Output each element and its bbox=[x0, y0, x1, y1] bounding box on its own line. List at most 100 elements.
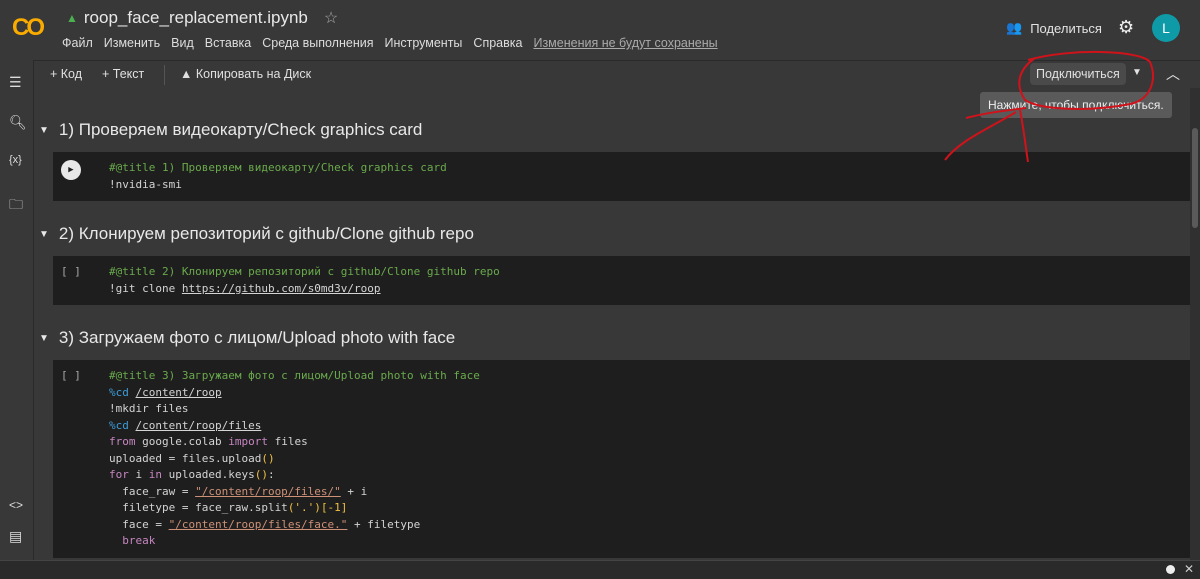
header: CO ▲ roop_face_replacement.ipynb ☆ Файл … bbox=[0, 0, 1200, 60]
add-text-button[interactable]: + Текст bbox=[102, 67, 144, 81]
menu-file[interactable]: Файл bbox=[62, 36, 93, 50]
cell-execution-count[interactable]: [ ] bbox=[61, 368, 81, 385]
collapse-section-icon[interactable]: ▼ bbox=[39, 229, 49, 240]
code-token: filetype = face_raw.split bbox=[109, 501, 288, 514]
code-token: in bbox=[148, 468, 162, 481]
code-token: "/content/roop/files/face." bbox=[168, 517, 348, 531]
code-token: uploaded.keys bbox=[162, 468, 255, 481]
cell-execution-count[interactable]: [ ] bbox=[61, 264, 81, 281]
code-line: from google.colab import files bbox=[109, 434, 1190, 451]
toc-icon[interactable]: ☰ bbox=[9, 74, 22, 91]
code-token: #@title 1) Проверяем видеокарту/Check gr… bbox=[109, 161, 447, 174]
share-label: Поделиться bbox=[1030, 20, 1102, 36]
drive-icon: ▲ bbox=[66, 11, 78, 25]
section-title: 1) Проверяем видеокарту/Check graphics c… bbox=[58, 120, 423, 139]
code-token: [-1] bbox=[320, 501, 348, 514]
gear-icon[interactable]: ⚙ bbox=[1118, 17, 1134, 38]
code-line: #@title 3) Загружаем фото с лицом/Upload… bbox=[109, 368, 1190, 385]
section-title: 2) Клонируем репозиторий с github/Clone … bbox=[58, 224, 474, 243]
unsaved-changes-link[interactable]: Изменения не будут сохранены bbox=[533, 36, 717, 50]
section-heading[interactable]: ▼ 2) Клонируем репозиторий с github/Clone… bbox=[39, 224, 474, 244]
code-line: #@title 1) Проверяем видеокарту/Check gr… bbox=[109, 160, 1190, 177]
folder-icon[interactable]: 🗀 bbox=[9, 194, 23, 218]
code-token: ('.') bbox=[287, 501, 321, 514]
status-dot-icon bbox=[1166, 565, 1175, 574]
variables-icon[interactable]: {x} bbox=[9, 154, 22, 166]
connect-button[interactable]: Подключиться bbox=[1030, 63, 1126, 85]
scrollbar[interactable] bbox=[1190, 88, 1200, 560]
code-token: i bbox=[128, 468, 149, 481]
notebook-title: ▲ roop_face_replacement.ipynb ☆ bbox=[66, 8, 338, 28]
toolbar: + Код + Текст ▲ Копировать на Диск Подкл… bbox=[34, 60, 1200, 88]
toolbar-divider bbox=[164, 65, 165, 85]
code-line: !mkdir files bbox=[109, 401, 1190, 418]
code-token: face = bbox=[109, 517, 169, 531]
code-token: from bbox=[109, 435, 136, 448]
code-line: face = "/content/roop/files/face." + fil… bbox=[109, 517, 1190, 534]
code-snippets-icon[interactable]: <> bbox=[9, 498, 23, 512]
collapse-section-icon[interactable]: ▼ bbox=[39, 333, 49, 344]
menu-help[interactable]: Справка bbox=[473, 36, 522, 50]
section-heading[interactable]: ▼ 1) Проверяем видеокарту/Check graphics … bbox=[39, 120, 422, 140]
avatar[interactable]: L bbox=[1152, 14, 1180, 42]
code-token: !nvidia-smi bbox=[109, 177, 182, 191]
code-token: /content/roop/files bbox=[135, 418, 262, 432]
code-line: filetype = face_raw.split('.')[-1] bbox=[109, 500, 1190, 517]
code-token: : bbox=[267, 468, 275, 481]
code-token: %cd bbox=[109, 385, 136, 399]
menu-tools[interactable]: Инструменты bbox=[384, 36, 462, 50]
scrollbar-thumb[interactable] bbox=[1192, 128, 1198, 228]
menu-bar: Файл Изменить Вид Вставка Среда выполнен… bbox=[62, 36, 718, 50]
code-line: %cd /content/roop bbox=[109, 385, 1190, 402]
code-line: %cd /content/roop/files bbox=[109, 418, 1190, 435]
menu-view[interactable]: Вид bbox=[171, 36, 194, 50]
share-button[interactable]: 👥 Поделиться bbox=[1006, 20, 1102, 36]
code-token: () bbox=[254, 468, 268, 481]
code-token: files bbox=[267, 435, 308, 448]
menu-runtime[interactable]: Среда выполнения bbox=[262, 36, 373, 50]
code-token: %cd bbox=[109, 418, 136, 432]
copy-to-drive-button[interactable]: ▲ Копировать на Диск bbox=[180, 67, 311, 81]
code-line: !nvidia-smi bbox=[109, 177, 1190, 194]
code-token: !mkdir files bbox=[109, 402, 189, 415]
code-token: !git clone bbox=[109, 281, 182, 295]
code-line: uploaded = files.upload() bbox=[109, 451, 1190, 468]
left-sidebar: ☰ 🔍︎ {x} 🗀 <> ▤ bbox=[0, 60, 34, 560]
collapse-header-icon[interactable]: ︿ bbox=[1166, 64, 1180, 84]
code-token: /content/roop bbox=[135, 385, 222, 399]
code-cell[interactable]: ▶ #@title 1) Проверяем видеокарту/Check g… bbox=[53, 152, 1190, 201]
code-cell[interactable]: [ ] #@title 2) Клонируем репозиторий с gi… bbox=[53, 256, 1190, 305]
code-token: face_raw = bbox=[109, 484, 196, 498]
code-line: !git clone https://github.com/s0md3v/roo… bbox=[109, 281, 1190, 298]
code-token: () bbox=[261, 451, 275, 465]
terminal-icon[interactable]: ▤ bbox=[9, 528, 22, 545]
code-token: google.colab bbox=[135, 435, 229, 448]
code-token: https://github.com/s0md3v/roop bbox=[181, 281, 381, 295]
drive-icon: ▲ bbox=[180, 67, 196, 81]
code-token: import bbox=[228, 435, 268, 448]
code-line: break bbox=[109, 533, 1190, 550]
code-line: for i in uploaded.keys(): bbox=[109, 467, 1190, 484]
code-token: #@title 3) Загружаем фото с лицом/Upload… bbox=[109, 369, 480, 382]
code-cell[interactable]: [ ] #@title 3) Загружаем фото с лицом/Upl… bbox=[53, 360, 1190, 558]
code-token: break bbox=[109, 534, 156, 547]
code-line: #@title 2) Клонируем репозиторий с githu… bbox=[109, 264, 1190, 281]
connect-dropdown-icon[interactable]: ▼ bbox=[1132, 67, 1142, 78]
notebook-name[interactable]: roop_face_replacement.ipynb bbox=[84, 8, 308, 28]
code-token: + i bbox=[340, 484, 368, 498]
code-token: "/content/roop/files/" bbox=[195, 484, 341, 498]
collapse-section-icon[interactable]: ▼ bbox=[39, 125, 49, 136]
menu-edit[interactable]: Изменить bbox=[104, 36, 160, 50]
people-icon: 👥 bbox=[1006, 20, 1023, 35]
menu-insert[interactable]: Вставка bbox=[205, 36, 251, 50]
section-title: 3) Загружаем фото с лицом/Upload photo w… bbox=[58, 328, 456, 347]
star-icon[interactable]: ☆ bbox=[324, 8, 338, 28]
add-code-button[interactable]: + Код bbox=[50, 67, 82, 81]
colab-logo[interactable]: CO bbox=[12, 14, 45, 42]
connect-tooltip: Нажмите, чтобы подключиться. bbox=[980, 92, 1172, 118]
run-cell-button[interactable]: ▶ bbox=[61, 160, 81, 180]
section-heading[interactable]: ▼ 3) Загружаем фото с лицом/Upload photo … bbox=[39, 328, 455, 348]
search-icon[interactable]: 🔍︎ bbox=[9, 114, 27, 131]
close-icon[interactable]: ✕ bbox=[1184, 562, 1194, 576]
code-token: for bbox=[109, 468, 129, 481]
